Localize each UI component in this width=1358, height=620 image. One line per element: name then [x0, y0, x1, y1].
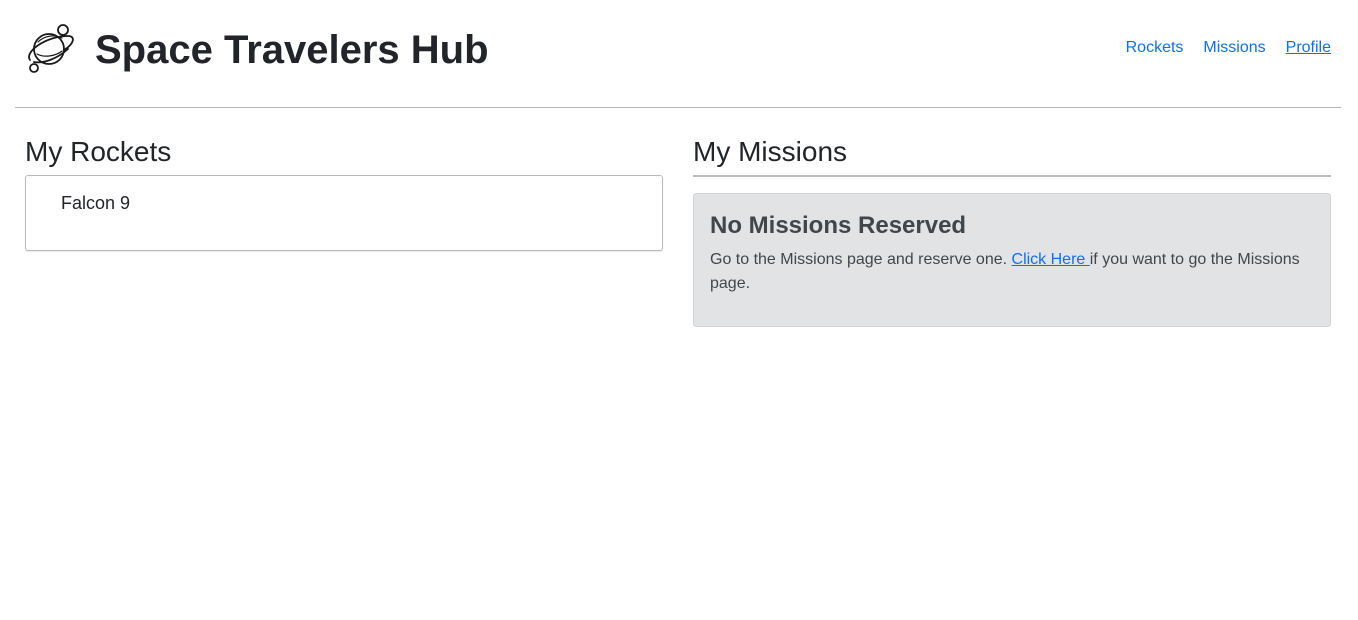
- no-missions-message: Go to the Missions page and reserve one.…: [710, 248, 1314, 296]
- profile-page: Space Travelers Hub Rockets Missions Pro…: [0, 0, 1358, 620]
- rocket-list-item: Falcon 9: [61, 193, 131, 213]
- planet-icon[interactable]: [24, 22, 76, 74]
- nav-profile[interactable]: Profile: [1286, 38, 1331, 58]
- no-missions-alert: No Missions Reserved Go to the Missions …: [693, 193, 1331, 327]
- rockets-list: Falcon 9: [25, 175, 663, 251]
- no-missions-heading: No Missions Reserved: [710, 212, 967, 239]
- my-rockets-title: My Rockets: [25, 136, 172, 167]
- main-nav: Rockets Missions Profile: [1126, 38, 1331, 58]
- missions-page-link[interactable]: Click Here: [1012, 251, 1090, 268]
- my-missions-title: My Missions: [693, 136, 848, 167]
- brand-title: Space Travelers Hub: [95, 28, 489, 72]
- nav-missions[interactable]: Missions: [1203, 38, 1265, 58]
- missions-divider: [693, 175, 1331, 177]
- message-text-before: Go to the Missions page and reserve one.: [710, 251, 1012, 268]
- nav-rockets[interactable]: Rockets: [1126, 38, 1184, 58]
- site-header: Space Travelers Hub Rockets Missions Pro…: [15, 0, 1341, 108]
